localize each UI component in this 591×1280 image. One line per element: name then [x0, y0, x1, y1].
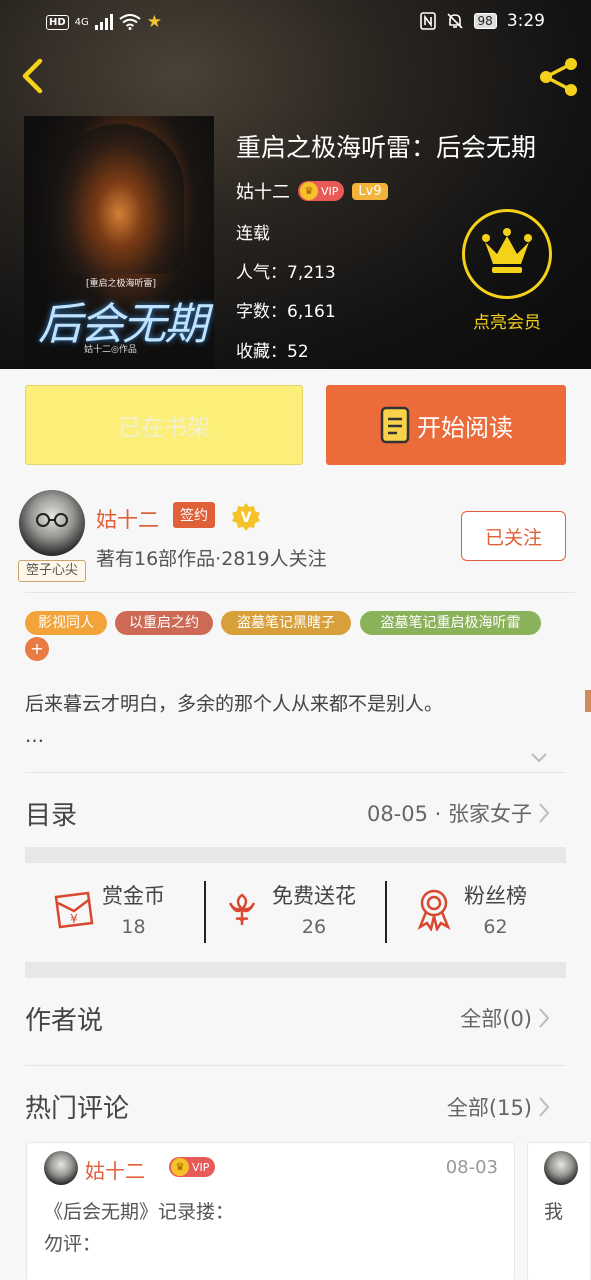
- cover-author: 姑十二◎作品: [84, 345, 137, 355]
- stat-value: 62: [483, 916, 508, 938]
- crown-icon: ♛: [171, 1158, 189, 1176]
- book-icon: [380, 406, 410, 444]
- stat-label: 免费送花: [272, 884, 356, 908]
- verified-icon: V: [232, 503, 260, 531]
- author-says-label[interactable]: 作者说: [25, 1000, 103, 1037]
- crown-icon: [482, 228, 532, 273]
- section-spacer: [25, 962, 566, 978]
- stat-label: 赏金币: [102, 884, 165, 908]
- follow-button[interactable]: 已关注: [461, 511, 566, 561]
- book-status: 连载: [236, 224, 270, 244]
- comments-all[interactable]: 全部(15): [447, 1092, 550, 1122]
- comment-date: 08-03: [445, 1157, 498, 1178]
- read-label: 开始阅读: [417, 413, 513, 442]
- chevron-right-icon: [539, 803, 550, 823]
- author-says-all[interactable]: 全部(0): [460, 1003, 550, 1033]
- mute-bell-icon: [446, 13, 463, 29]
- vip-label: VIP: [321, 184, 339, 198]
- start-reading-button[interactable]: 开始阅读: [326, 385, 566, 465]
- book-popularity: 人气：7,213: [236, 263, 336, 283]
- wifi-icon: [119, 14, 141, 30]
- member-label[interactable]: 点亮会员: [452, 308, 562, 333]
- follow-label: 已关注: [484, 526, 542, 549]
- tag-item[interactable]: 影视同人: [25, 611, 107, 635]
- comment-text: 《后会无期》记录搂：: [44, 1201, 235, 1223]
- vip-badge: ♛ VIP: [169, 1157, 216, 1177]
- toc-latest[interactable]: 08-05 · 张家女子: [367, 798, 550, 828]
- status-bar: HD 4G ★ 98 3:29: [0, 0, 591, 44]
- hd-indicator: HD: [46, 14, 69, 30]
- book-description[interactable]: 后来暮云才明白，多余的那个人从来都不是别人。 …: [25, 688, 565, 752]
- free-flowers[interactable]: 免费送花 26: [222, 880, 356, 938]
- book-favorites: 收藏：52: [236, 342, 309, 362]
- svg-text:¥: ¥: [70, 912, 78, 926]
- description-ellipsis: …: [25, 725, 44, 747]
- medal-icon: [417, 889, 451, 931]
- signal-icon: [94, 14, 113, 30]
- fan-ranking[interactable]: 粉丝榜 62: [414, 880, 527, 938]
- book-author-row: 姑十二 ♛ VIP Lv9: [236, 178, 388, 204]
- crown-icon: ♛: [300, 182, 318, 200]
- comment-card[interactable]: 姑十二 ♛ VIP 08-03 《后会无期》记录搂： 勿评：: [26, 1142, 515, 1280]
- author-says-count: 全部(0): [460, 1007, 532, 1031]
- nfc-icon: [419, 12, 436, 30]
- book-title: 重启之极海听雷：后会无期: [236, 133, 537, 162]
- chevron-right-icon: [539, 1097, 550, 1117]
- share-icon[interactable]: [536, 54, 582, 100]
- add-tag-button[interactable]: +: [25, 637, 49, 661]
- commenter-avatar[interactable]: [44, 1151, 78, 1185]
- author-avatar[interactable]: [19, 490, 85, 556]
- glasses-icon: [36, 513, 68, 527]
- scroll-indicator[interactable]: [585, 690, 591, 712]
- description-line: 后来暮云才明白，多余的那个人从来都不是别人。: [25, 693, 444, 715]
- comment-text: 勿评：: [44, 1233, 102, 1255]
- stat-value: 26: [301, 916, 327, 938]
- stat-separator: [385, 881, 387, 943]
- commenter-avatar[interactable]: [544, 1151, 578, 1185]
- cover-art: [54, 124, 184, 274]
- toc-label[interactable]: 目录: [25, 795, 77, 832]
- section-spacer: [25, 847, 566, 863]
- member-button[interactable]: [462, 209, 552, 299]
- shelf-button[interactable]: 已在书架: [25, 385, 303, 465]
- avatar-tag: 箜子心尖: [18, 560, 86, 582]
- shelf-label: 已在书架: [118, 415, 210, 441]
- red-envelope-icon: ¥: [54, 891, 94, 929]
- tag-item[interactable]: 盗墓笔记黑瞎子: [221, 611, 351, 635]
- vip-badge: ♛ VIP: [298, 181, 345, 201]
- commenter-name[interactable]: 姑十二: [85, 1155, 145, 1184]
- flower-icon: [228, 893, 256, 925]
- book-author[interactable]: 姑十二: [236, 178, 290, 204]
- tag-item[interactable]: 盗墓笔记重启极海听雷: [360, 611, 541, 635]
- author-name[interactable]: 姑十二: [96, 504, 159, 534]
- book-word-count: 字数：6,161: [236, 302, 336, 322]
- signed-badge: 签约: [173, 502, 215, 528]
- reward-coins[interactable]: ¥ 赏金币 18: [52, 880, 165, 938]
- stat-separator: [204, 881, 206, 943]
- comment-card[interactable]: 我: [527, 1142, 591, 1280]
- comment-text: 我: [544, 1201, 564, 1223]
- hot-comments-label: 热门评论: [25, 1094, 130, 1124]
- author-stats: 著有16部作品·2819人关注: [96, 548, 327, 570]
- battery-indicator: 98: [473, 13, 497, 29]
- back-arrow-icon[interactable]: [16, 56, 52, 96]
- divider: [25, 772, 566, 773]
- vip-label: VIP: [192, 1160, 210, 1174]
- network-label: 4G: [74, 16, 89, 28]
- chevron-right-icon: [539, 1008, 550, 1028]
- divider: [25, 592, 575, 593]
- stat-label: 粉丝榜: [464, 884, 527, 908]
- verified-letter: V: [241, 510, 252, 526]
- book-cover[interactable]: [重启之极海听雷] 后会无期 姑十二◎作品: [24, 116, 214, 369]
- clock: 3:29: [506, 11, 545, 31]
- star-icon: ★: [146, 12, 163, 32]
- divider: [25, 1065, 566, 1066]
- toc-latest-chapter: 08-05 · 张家女子: [366, 802, 532, 826]
- comments-count: 全部(15): [446, 1096, 532, 1120]
- tag-item[interactable]: 以重启之约: [115, 611, 213, 635]
- level-badge: Lv9: [352, 182, 388, 200]
- chevron-down-icon[interactable]: [530, 752, 548, 764]
- stat-value: 18: [121, 916, 146, 938]
